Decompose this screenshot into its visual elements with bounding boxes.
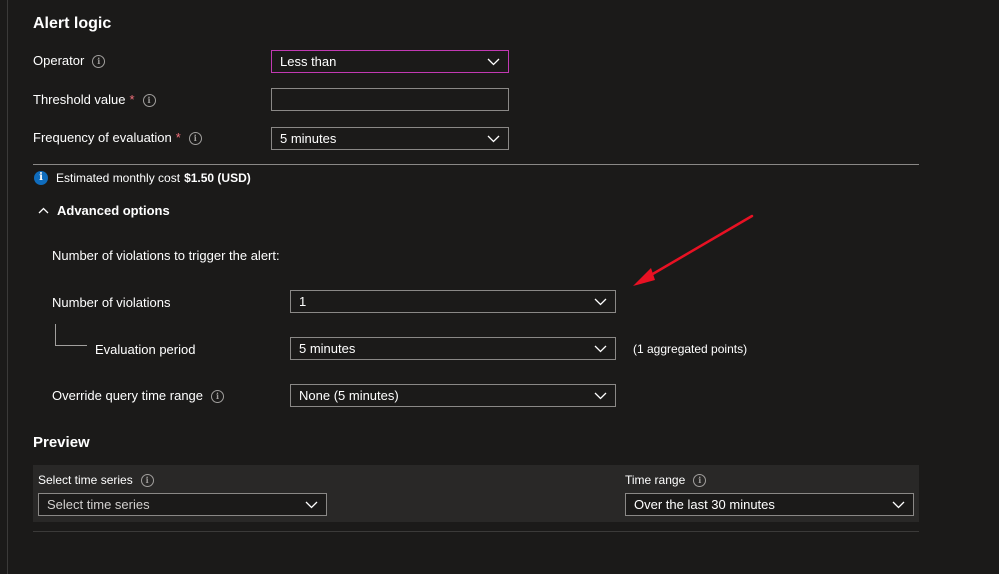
operator-label: Operator — [33, 53, 85, 68]
time-series-label: Select time series — [38, 473, 133, 487]
preview-title: Preview — [33, 434, 90, 451]
info-icon[interactable]: i — [140, 474, 154, 488]
evaluation-period-value: 5 minutes — [299, 341, 356, 356]
info-icon[interactable]: i — [693, 474, 707, 488]
time-range-label-row: Time range i — [625, 473, 707, 488]
advanced-options-toggle[interactable]: Advanced options — [38, 203, 170, 218]
advanced-options-label: Advanced options — [57, 203, 170, 218]
num-violations-label: Number of violations — [52, 295, 171, 310]
time-series-label-row: Select time series i — [38, 473, 154, 488]
operator-dropdown[interactable]: Less than — [271, 50, 509, 73]
threshold-label: Threshold value — [33, 92, 126, 107]
chevron-up-icon — [38, 207, 49, 214]
threshold-input[interactable] — [280, 89, 500, 110]
left-panel-border — [7, 0, 8, 574]
info-icon[interactable]: i — [211, 390, 225, 404]
operator-value: Less than — [280, 54, 337, 69]
num-violations-value: 1 — [299, 294, 307, 309]
threshold-label-row: Threshold value * i — [33, 92, 156, 108]
info-icon[interactable]: i — [142, 94, 156, 108]
frequency-value: 5 minutes — [280, 131, 337, 146]
time-range-dropdown[interactable]: Over the last 30 minutes — [625, 493, 914, 516]
frequency-label-row: Frequency of evaluation * i — [33, 130, 202, 146]
evaluation-period-label: Evaluation period — [95, 342, 196, 357]
info-icon[interactable]: i — [188, 132, 202, 146]
time-range-label: Time range — [625, 473, 686, 487]
threshold-input-box[interactable] — [271, 88, 509, 111]
estimated-cost-row: i Estimated monthly cost $1.50 (USD) — [34, 171, 251, 185]
time-series-dropdown[interactable]: Select time series — [38, 493, 327, 516]
chevron-down-icon — [305, 501, 318, 508]
estimated-cost-label: Estimated monthly cost — [56, 171, 181, 185]
required-marker: * — [175, 130, 181, 145]
info-icon: i — [34, 171, 48, 185]
info-icon[interactable]: i — [92, 55, 106, 69]
required-marker: * — [129, 92, 135, 107]
violations-header: Number of violations to trigger the aler… — [52, 248, 280, 263]
tree-connector — [55, 324, 56, 346]
estimated-cost-amount: $1.50 (USD) — [184, 171, 251, 185]
chevron-down-icon — [594, 392, 607, 399]
tree-connector — [55, 345, 87, 346]
override-dropdown[interactable]: None (5 minutes) — [290, 384, 616, 407]
chevron-down-icon — [487, 58, 500, 65]
divider — [33, 531, 919, 532]
chevron-down-icon — [594, 345, 607, 352]
chevron-down-icon — [487, 135, 500, 142]
override-value: None (5 minutes) — [299, 388, 399, 403]
time-range-value: Over the last 30 minutes — [634, 497, 775, 512]
chevron-down-icon — [892, 501, 905, 508]
chevron-down-icon — [594, 298, 607, 305]
num-violations-dropdown[interactable]: 1 — [290, 290, 616, 313]
alert-logic-title: Alert logic — [33, 15, 112, 32]
override-label-row: Override query time range i — [52, 388, 225, 404]
frequency-dropdown[interactable]: 5 minutes — [271, 127, 509, 150]
aggregated-points-note: (1 aggregated points) — [633, 342, 748, 356]
annotation-arrow-icon — [633, 214, 754, 286]
operator-label-row: Operator i — [33, 53, 106, 69]
override-label: Override query time range — [52, 388, 204, 403]
evaluation-period-dropdown[interactable]: 5 minutes — [290, 337, 616, 360]
time-series-value: Select time series — [47, 497, 150, 512]
frequency-label: Frequency of evaluation — [33, 130, 172, 145]
divider — [33, 164, 919, 165]
